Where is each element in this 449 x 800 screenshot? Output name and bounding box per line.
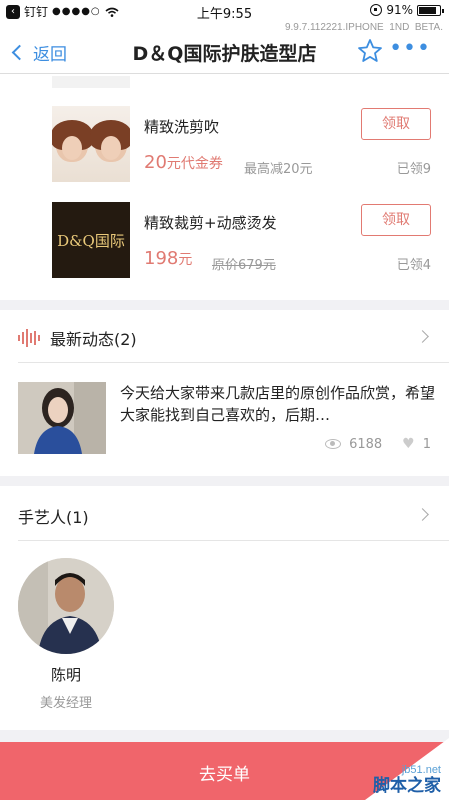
coupon-price-value: 20: [144, 152, 167, 173]
divider: [18, 362, 449, 363]
section-separator: [0, 300, 449, 310]
rotation-lock-icon: [370, 4, 383, 16]
post-stats: 6188 ♥ 1: [325, 436, 431, 452]
post-photo-image: [18, 382, 106, 454]
favorite-star-icon[interactable]: [357, 38, 383, 64]
coupon-price: 20元代金券: [144, 152, 223, 173]
artisan-card[interactable]: 陈明 美发经理: [16, 556, 116, 716]
artisan-name: 陈明: [50, 666, 81, 684]
news-section-title: 最新动态(2): [50, 330, 137, 349]
artisans-section-title: 手艺人(1): [18, 508, 89, 527]
chevron-right-icon: [416, 508, 429, 521]
coupon-item: 精致洗剪吹 20元代金券 最高减20元 领取 已领9: [0, 106, 449, 202]
news-section-header[interactable]: 最新动态(2): [0, 312, 449, 362]
claim-button[interactable]: 领取: [361, 108, 431, 140]
more-button[interactable]: •••: [389, 38, 431, 60]
model-face: [52, 120, 93, 162]
views-eye-icon: [325, 439, 342, 449]
chevron-right-icon: [416, 330, 429, 343]
artisan-role: 美发经理: [39, 696, 92, 711]
artisans-section-header[interactable]: 手艺人(1): [0, 490, 449, 540]
coupon-price-value: 198: [144, 248, 179, 269]
store-logo-text: D&Q国际: [57, 231, 125, 250]
watermark-name: 脚本之家: [373, 776, 441, 796]
likes-count: 1: [422, 436, 431, 452]
news-post[interactable]: 今天给大家带来几款店里的原创作品欣赏，希望大家能找到自己喜欢的，后期… 6188…: [0, 370, 449, 470]
coupon-price: 198元: [144, 248, 192, 269]
status-right: 91%: [370, 3, 444, 17]
claimed-count: 已领4: [396, 258, 431, 273]
coupon-note: 最高减20元: [244, 162, 313, 177]
heart-icon[interactable]: ♥: [402, 436, 415, 452]
status-bar: ‹ 钉钉 ●●●●○ 上午9:55 91%: [0, 0, 449, 22]
coupon-name: 精致裁剪+动感烫发: [144, 214, 277, 232]
nav-bar: 返回 D＆Q国际护肤造型店 •••: [0, 30, 449, 74]
hairstyle-photo: [52, 106, 130, 182]
previous-item-thumbnail: [52, 76, 130, 88]
claim-button[interactable]: 领取: [361, 204, 431, 236]
post-text: 今天给大家带来几款店里的原创作品欣赏，希望大家能找到自己喜欢的，后期…: [120, 384, 436, 424]
coupon-thumbnail: D&Q国际: [52, 202, 130, 278]
avatar-image: [18, 558, 114, 654]
post-photo: [18, 382, 106, 454]
activity-wave-icon: [18, 329, 40, 347]
coupon-thumbnail: [52, 106, 130, 182]
battery-percent: 91%: [386, 3, 413, 17]
model-face: [89, 120, 130, 162]
original-price: 原价679元: [212, 258, 276, 273]
coupon-item: D&Q国际 精致裁剪+动感烫发 198元 原价679元 领取 已领4: [0, 202, 449, 298]
coupon-name: 精致洗剪吹: [144, 118, 220, 136]
claimed-count: 已领9: [396, 162, 431, 177]
divider: [18, 540, 449, 541]
views-count: 6188: [349, 436, 383, 452]
checkout-bar[interactable]: 去买单 jb51.net 脚本之家: [0, 738, 449, 800]
avatar: [18, 558, 114, 654]
battery-fill: [419, 6, 437, 14]
section-separator: [0, 476, 449, 486]
coupon-price-unit: 元代金券: [166, 156, 223, 172]
coupon-price-unit: 元: [178, 252, 193, 268]
battery-icon: [417, 4, 444, 16]
store-logo: D&Q国际: [52, 202, 130, 278]
